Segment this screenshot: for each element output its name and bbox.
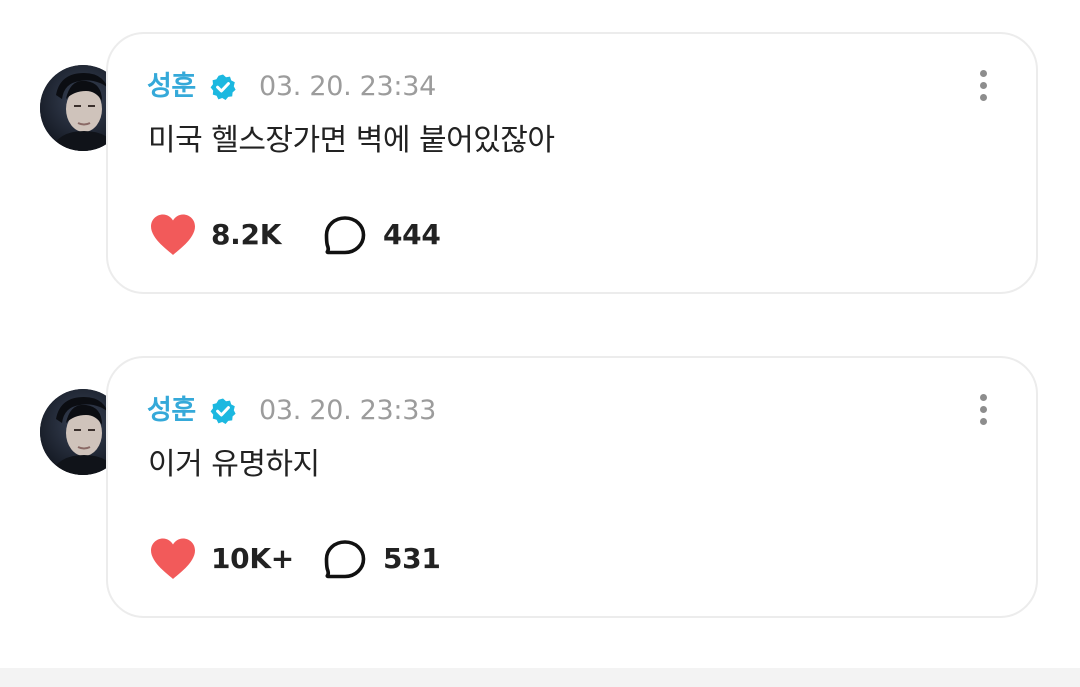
heart-icon[interactable]: [149, 537, 197, 581]
comment-card[interactable]: [106, 32, 1038, 294]
comment-bubble-icon[interactable]: [323, 215, 367, 257]
comment-feed: 성훈 03. 20. 23:34 미국 헬스장가면 벽에 붙어있잖아 8.2K …: [0, 0, 1080, 687]
heart-icon[interactable]: [149, 213, 197, 257]
more-vertical-icon[interactable]: [970, 392, 998, 430]
verified-badge-icon: [209, 397, 237, 425]
comment-text: 이거 유명하지: [148, 447, 320, 482]
timestamp: 03. 20. 23:34: [259, 71, 436, 102]
more-vertical-icon[interactable]: [970, 68, 998, 106]
comment-card[interactable]: [106, 356, 1038, 618]
like-count: 8.2K: [211, 218, 282, 251]
author-name[interactable]: 성훈: [147, 394, 196, 428]
post: 성훈 03. 20. 23:33 이거 유명하지 10K+ 531: [0, 356, 1080, 618]
post: 성훈 03. 20. 23:34 미국 헬스장가면 벽에 붙어있잖아 8.2K …: [0, 32, 1080, 294]
author-name[interactable]: 성훈: [147, 70, 196, 104]
comment-bubble-icon[interactable]: [323, 539, 367, 581]
verified-badge-icon: [209, 73, 237, 101]
timestamp: 03. 20. 23:33: [259, 395, 436, 426]
comment-count: 444: [383, 218, 441, 251]
like-count: 10K+: [211, 542, 294, 575]
comment-count: 531: [383, 542, 441, 575]
comment-text: 미국 헬스장가면 벽에 붙어있잖아: [148, 123, 555, 158]
bottom-divider: [0, 668, 1080, 687]
